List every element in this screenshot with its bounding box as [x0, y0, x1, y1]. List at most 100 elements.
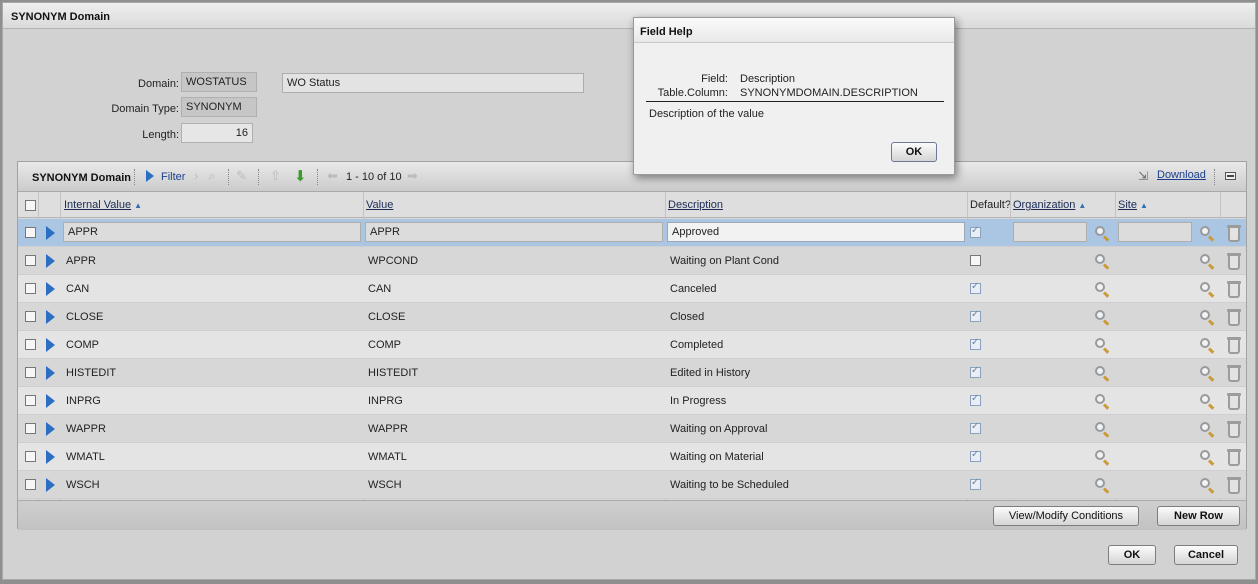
row-details-arrow-icon[interactable] — [46, 226, 55, 240]
internal-value-cell: WAPPR — [66, 423, 106, 435]
row-select-checkbox[interactable] — [25, 451, 36, 462]
description-cell: Completed — [670, 339, 724, 351]
value-field[interactable]: APPR — [365, 222, 663, 242]
magnifier-icon[interactable] — [1199, 253, 1215, 270]
table-row[interactable]: HISTEDIT HISTEDIT Edited in History — [18, 359, 1246, 387]
default-checkbox[interactable] — [970, 393, 981, 406]
field-help-ok-button[interactable]: OK — [891, 142, 937, 162]
magnifier-icon[interactable] — [1094, 393, 1110, 410]
table-row[interactable]: CAN CAN Canceled — [18, 275, 1246, 303]
cancel-button[interactable]: Cancel — [1174, 545, 1238, 565]
download-link[interactable]: Download — [1157, 169, 1206, 181]
ok-button[interactable]: OK — [1108, 545, 1156, 565]
magnifier-icon[interactable] — [1094, 337, 1110, 354]
col-description[interactable]: Description — [668, 199, 723, 211]
domain-description-field[interactable]: WO Status — [282, 73, 584, 93]
row-details-arrow-icon[interactable] — [46, 310, 55, 324]
magnifier-icon[interactable] — [1199, 309, 1215, 326]
trash-icon[interactable] — [1226, 335, 1242, 355]
table-row[interactable]: COMP COMP Completed — [18, 331, 1246, 359]
row-details-arrow-icon[interactable] — [46, 254, 55, 268]
trash-icon[interactable] — [1226, 475, 1242, 495]
magnifier-icon[interactable] — [1094, 281, 1110, 298]
magnifier-icon[interactable] — [1199, 421, 1215, 438]
default-checkbox[interactable] — [970, 449, 981, 462]
description-cell: Waiting on Approval — [670, 423, 768, 435]
trash-icon[interactable] — [1226, 223, 1242, 243]
default-checkbox[interactable] — [970, 365, 981, 378]
col-internal-value[interactable]: Internal Value ▲ — [64, 199, 142, 211]
magnifier-icon[interactable] — [1199, 337, 1215, 354]
view-modify-conditions-button[interactable]: View/Modify Conditions — [993, 506, 1139, 526]
select-all-checkbox[interactable] — [25, 200, 36, 211]
col-organization[interactable]: Organization ▲ — [1013, 199, 1086, 211]
default-checkbox[interactable] — [970, 255, 981, 266]
default-checkbox[interactable] — [970, 225, 981, 238]
magnifier-icon[interactable] — [1199, 449, 1215, 466]
row-select-checkbox[interactable] — [25, 395, 36, 406]
trash-icon[interactable] — [1226, 391, 1242, 411]
site-field[interactable] — [1118, 222, 1192, 242]
row-select-checkbox[interactable] — [25, 339, 36, 350]
magnifier-icon[interactable] — [1094, 421, 1110, 438]
download-icon[interactable]: ⇲ — [1138, 169, 1148, 183]
table-row[interactable]: APPR WPCOND Waiting on Plant Cond — [18, 247, 1246, 275]
default-checkbox[interactable] — [970, 421, 981, 434]
organization-field[interactable] — [1013, 222, 1087, 242]
row-select-checkbox[interactable] — [25, 283, 36, 294]
magnifier-icon[interactable] — [1094, 309, 1110, 326]
default-checkbox[interactable] — [970, 281, 981, 294]
edit-icon: ✎ — [236, 168, 247, 183]
row-select-checkbox[interactable] — [25, 367, 36, 378]
trash-icon[interactable] — [1226, 251, 1242, 271]
trash-icon[interactable] — [1226, 279, 1242, 299]
table-row[interactable]: CLOSE CLOSE Closed — [18, 303, 1246, 331]
row-details-arrow-icon[interactable] — [46, 394, 55, 408]
filter-link[interactable]: Filter — [161, 171, 185, 183]
row-details-arrow-icon[interactable] — [46, 422, 55, 436]
next-page-icon[interactable]: ⬇ — [294, 167, 307, 185]
internal-value-field[interactable]: APPR — [63, 222, 361, 242]
row-select-checkbox[interactable] — [25, 423, 36, 434]
table-row[interactable]: WMATL WMATL Waiting on Material — [18, 443, 1246, 471]
filter-arrow-icon[interactable] — [146, 170, 154, 182]
row-select-checkbox[interactable] — [25, 479, 36, 490]
trash-icon[interactable] — [1226, 363, 1242, 383]
magnifier-icon[interactable] — [1199, 225, 1215, 242]
trash-icon[interactable] — [1226, 447, 1242, 467]
table-row[interactable]: WSCH WSCH Waiting to be Scheduled — [18, 471, 1246, 499]
row-details-arrow-icon[interactable] — [46, 366, 55, 380]
row-select-checkbox[interactable] — [25, 311, 36, 322]
magnifier-icon[interactable] — [1094, 365, 1110, 382]
default-checkbox[interactable] — [970, 309, 981, 322]
collapse-icon[interactable] — [1225, 172, 1236, 180]
trash-icon[interactable] — [1226, 419, 1242, 439]
pagination-text: 1 - 10 of 10 — [346, 171, 402, 183]
magnifier-icon[interactable] — [1199, 393, 1215, 410]
magnifier-icon[interactable] — [1199, 365, 1215, 382]
magnifier-icon[interactable] — [1199, 477, 1215, 494]
description-field[interactable]: Approved — [667, 222, 965, 242]
table-row[interactable]: WAPPR WAPPR Waiting on Approval — [18, 415, 1246, 443]
col-default: Default? — [970, 199, 1011, 211]
row-details-arrow-icon[interactable] — [46, 338, 55, 352]
magnifier-icon[interactable] — [1094, 253, 1110, 270]
table-row[interactable]: INPRG INPRG In Progress — [18, 387, 1246, 415]
col-site[interactable]: Site ▲ — [1118, 199, 1148, 211]
col-value[interactable]: Value — [366, 199, 393, 211]
new-row-button[interactable]: New Row — [1157, 506, 1240, 526]
row-select-checkbox[interactable] — [25, 227, 36, 238]
magnifier-icon[interactable] — [1094, 225, 1110, 242]
default-checkbox[interactable] — [970, 337, 981, 350]
default-checkbox[interactable] — [970, 477, 981, 490]
row-details-arrow-icon[interactable] — [46, 282, 55, 296]
magnifier-icon[interactable] — [1094, 449, 1110, 466]
trash-icon[interactable] — [1226, 307, 1242, 327]
magnifier-icon[interactable] — [1199, 281, 1215, 298]
row-details-arrow-icon[interactable] — [46, 478, 55, 492]
row-details-arrow-icon[interactable] — [46, 450, 55, 464]
row-select-checkbox[interactable] — [25, 255, 36, 266]
table-footer: View/Modify Conditions New Row — [18, 500, 1246, 530]
magnifier-icon[interactable] — [1094, 477, 1110, 494]
table-row[interactable]: APPR APPR Approved — [18, 219, 1246, 247]
